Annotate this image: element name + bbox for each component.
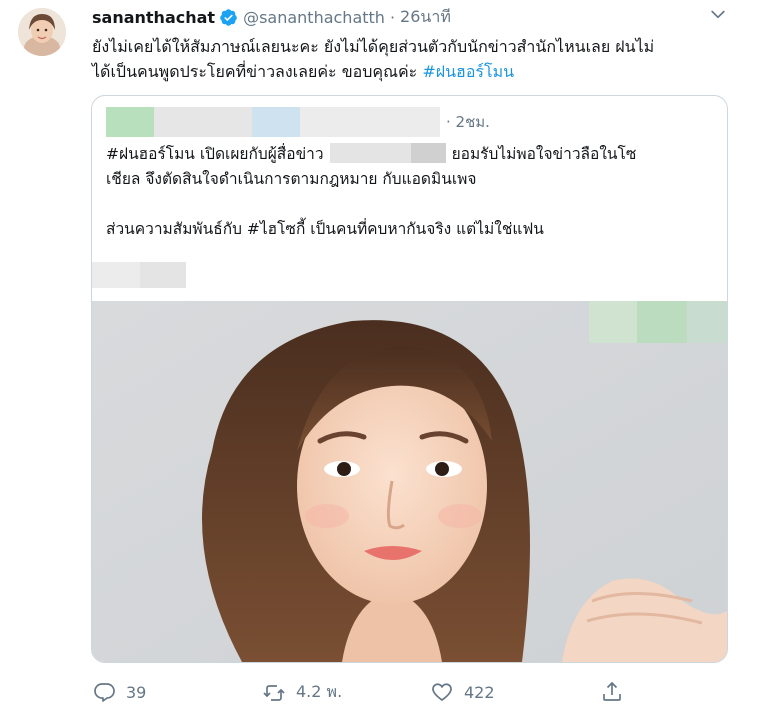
retweet-button[interactable]: 4.2 พ. xyxy=(262,680,342,705)
redacted-badge xyxy=(252,107,300,137)
retweet-icon xyxy=(263,684,285,701)
redacted-link[interactable] xyxy=(92,262,186,288)
tweet-text-line: ยังไม่เคยได้ให้สัมภาษณ์เลยนะคะ ยังไม่ได้… xyxy=(92,37,655,56)
redacted-link-block xyxy=(140,262,186,288)
redacted-watermark-block xyxy=(589,301,637,343)
retweet-count: 4.2 พ. xyxy=(296,682,343,701)
hashtag-link[interactable]: #ฝนฮอร์โมน xyxy=(422,62,514,81)
redacted-name-block xyxy=(329,143,446,163)
verified-badge-icon xyxy=(220,8,237,26)
redacted-name xyxy=(154,107,252,137)
like-count: 422 xyxy=(464,682,495,702)
quoted-tweet-header: · 2ชม. xyxy=(106,107,490,137)
share-icon xyxy=(603,681,621,701)
quoted-text-line: ส่วนความสัมพันธ์กับ #ไฮโซกี้ เป็นคนที่คบ… xyxy=(106,220,544,238)
avatar[interactable] xyxy=(18,8,66,56)
chevron-down-icon[interactable] xyxy=(708,4,728,24)
quoted-tweet-text: #ฝนฮอร์โมน เปิดเผยกับผู้สื่อข่าว ยอมรับไม… xyxy=(106,142,716,242)
like-icon xyxy=(432,683,452,701)
author-name[interactable]: sananthachat xyxy=(92,8,215,27)
redacted-watermark xyxy=(589,301,727,343)
quoted-tweet-photo[interactable] xyxy=(92,301,727,662)
redacted-watermark-block xyxy=(687,301,727,343)
quoted-text-line xyxy=(106,192,716,217)
quoted-tweet-timestamp[interactable]: · 2ชม. xyxy=(446,110,490,134)
tweet-header: sananthachat @sananthachatth · 26นาที xyxy=(92,6,451,28)
author-handle[interactable]: @sananthachatth xyxy=(243,8,385,27)
avatar-image xyxy=(18,8,66,56)
tweet-text-segment: ได้เป็นคนพูดประโยคที่ข่าวลงเลยค่ะ ขอบคุณ… xyxy=(92,62,423,81)
tweet-timestamp[interactable]: 26นาที xyxy=(400,5,451,30)
share-button[interactable] xyxy=(600,680,624,704)
tweet-text: ยังไม่เคยได้ให้สัมภาษณ์เลยนะคะ ยังไม่ได้… xyxy=(92,34,742,84)
tweet[interactable]: sananthachat @sananthachatth · 26นาที ยั… xyxy=(0,0,774,720)
portrait-image xyxy=(92,301,727,662)
reply-icon xyxy=(94,683,115,702)
quoted-text-line: เชียล จึงตัดสินใจดำเนินการตามกฎหมาย กับแ… xyxy=(106,170,477,188)
redacted-handle xyxy=(300,107,440,137)
tweet-actions: 39 4.2 พ. 422 xyxy=(92,680,652,704)
like-button[interactable]: 422 xyxy=(430,680,495,704)
quoted-text-segment: ยอมรับไม่พอใจข่าวลือในโซ xyxy=(451,145,637,163)
redacted-link-block xyxy=(92,262,140,288)
reply-button[interactable]: 39 xyxy=(92,680,146,704)
quoted-text-segment: #ฝนฮอร์โมน เปิดเผยกับผู้สื่อข่าว xyxy=(106,145,324,163)
redacted-avatar xyxy=(106,107,154,137)
redacted-watermark-block xyxy=(637,301,687,343)
reply-count: 39 xyxy=(126,682,147,702)
tweet-text-line: ได้เป็นคนพูดประโยคที่ข่าวลงเลยค่ะ ขอบคุณ… xyxy=(92,59,742,84)
separator-dot: · xyxy=(389,7,396,27)
quoted-text-line: #ฝนฮอร์โมน เปิดเผยกับผู้สื่อข่าว ยอมรับไม… xyxy=(106,142,716,167)
quoted-tweet[interactable]: · 2ชม. #ฝนฮอร์โมน เปิดเผยกับผู้สื่อข่าว ย… xyxy=(91,95,728,663)
